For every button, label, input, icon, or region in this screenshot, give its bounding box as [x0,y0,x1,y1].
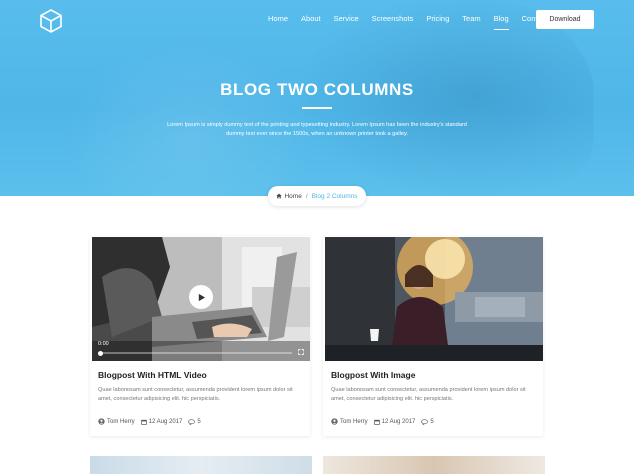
fullscreen-icon[interactable] [298,349,304,355]
blog-post-card: 0:00 Blogpost With HTML Video Quae labon… [90,236,310,436]
post-photo [325,237,543,361]
user-icon [98,418,105,425]
breadcrumb-current: Blog 2 Columns [311,192,358,200]
blog-post-card: Blogpost With Image Quae labonosam sunt … [323,236,543,436]
main-nav: Home About Service Screenshots Pricing T… [268,14,561,30]
next-post-image[interactable] [90,456,312,474]
calendar-icon [140,419,147,425]
post-author[interactable]: Tom Herry [331,418,368,425]
post-date-value: 12 Aug 2017 [381,418,416,425]
nav-item-screenshots[interactable]: Screenshots [372,14,414,24]
video-progress-track[interactable] [98,350,292,356]
play-icon [198,293,205,301]
breadcrumb-home-label: Home [284,192,302,200]
hero-background-glow [60,40,320,196]
video-time: 0:00 [98,341,109,347]
download-button[interactable]: Download [536,10,594,29]
hero-section: Home About Service Screenshots Pricing T… [0,0,634,196]
post-comments[interactable]: 5 [421,418,434,425]
breadcrumb-home-link[interactable]: Home [276,192,302,200]
nav-item-pricing[interactable]: Pricing [426,14,449,24]
nav-item-blog[interactable]: Blog [493,14,509,30]
post-excerpt: Quae labonosam sunt consectetur, assumen… [98,387,293,402]
hero-subtitle: Lorem Ipsum is simply dummy text of the … [167,122,467,137]
post-date: 12 Aug 2017 [140,418,183,425]
logo-cube-icon[interactable] [38,8,64,34]
post-video[interactable]: 0:00 [92,237,310,361]
video-progress-knob[interactable] [98,350,103,356]
next-post-image[interactable] [323,456,545,474]
post-title[interactable]: Blogpost With HTML Video [98,370,207,380]
comment-icon [421,418,429,425]
post-comment-count: 5 [197,418,201,425]
nav-item-home[interactable]: Home [268,14,288,24]
post-meta: Tom Herry 12 Aug 2017 5 [331,418,440,425]
comment-icon [188,418,196,425]
breadcrumb-separator: / [305,192,308,200]
post-date-value: 12 Aug 2017 [148,418,183,425]
post-title[interactable]: Blogpost With Image [331,370,415,380]
nav-item-team[interactable]: Team [462,14,480,24]
page-title: BLOG TWO COLUMNS [220,80,414,99]
post-image[interactable] [325,237,543,361]
play-button[interactable] [189,285,213,309]
nav-item-service[interactable]: Service [334,14,359,24]
post-comment-count: 5 [430,418,434,425]
title-divider [302,107,332,109]
nav-item-about[interactable]: About [301,14,321,24]
post-date: 12 Aug 2017 [373,418,416,425]
post-comments[interactable]: 5 [188,418,201,425]
user-icon [331,418,338,425]
home-icon [276,193,283,199]
post-excerpt: Quae labonosam sunt consectetur, assumen… [331,387,526,402]
calendar-icon [373,419,380,425]
post-author[interactable]: Tom Herry [98,418,135,425]
post-meta: Tom Herry 12 Aug 2017 5 [98,418,207,425]
post-author-name: Tom Herry [340,418,368,425]
breadcrumb: Home / Blog 2 Columns [268,186,366,206]
post-author-name: Tom Herry [107,418,135,425]
